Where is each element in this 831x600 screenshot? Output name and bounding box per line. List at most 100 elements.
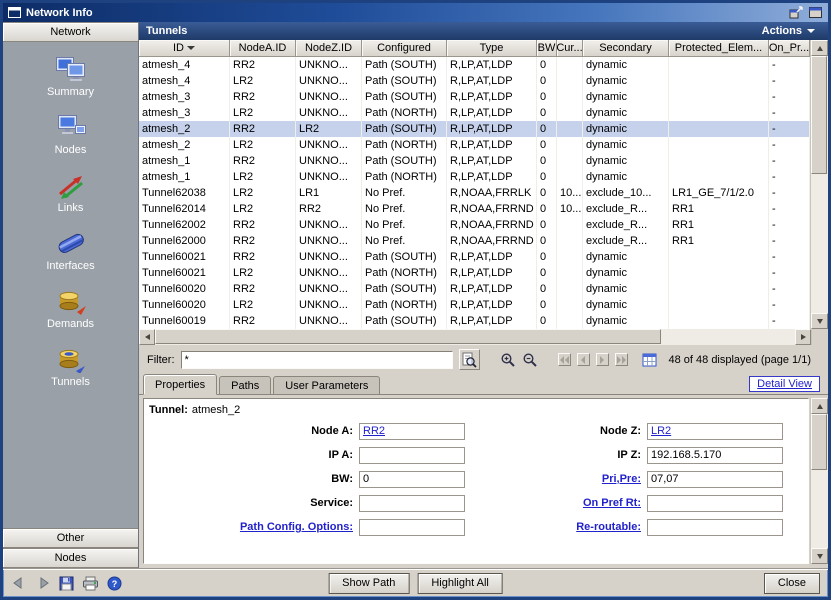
highlight-all-button[interactable]: Highlight All [417,573,502,594]
filter-input[interactable] [181,351,453,369]
sidebar-item-links[interactable]: Links [3,168,138,216]
column-header-protected-elem[interactable]: Protected_Elem... [669,40,769,57]
undock-window-button[interactable] [789,6,804,19]
property-value-field[interactable] [647,495,783,512]
sidebar-item-tunnels[interactable]: Tunnels [3,342,138,390]
property-value-field[interactable] [359,447,465,464]
property-label[interactable]: Pri,Pre: [477,473,647,485]
tab-properties[interactable]: Properties [143,374,217,395]
property-value-field[interactable] [359,495,465,512]
properties-vertical-scrollbar[interactable] [810,398,828,564]
scroll-right-button[interactable] [795,329,811,345]
column-header-secondary[interactable]: Secondary [583,40,669,57]
table-row[interactable]: Tunnel62000RR2UNKNO...No Pref.R,NOAA,FRR… [139,233,810,249]
table-row[interactable]: Tunnel60021RR2UNKNO...Path (SOUTH)R,LP,A… [139,249,810,265]
property-value-field[interactable] [359,519,465,536]
sidebar-item-summary[interactable]: Summary [3,52,138,100]
property-label[interactable]: Re-routable: [477,521,647,533]
first-page-button[interactable] [558,353,571,366]
column-header-bw[interactable]: BW [537,40,557,57]
scrollbar-thumb[interactable] [155,329,661,344]
forward-button[interactable] [35,576,51,590]
scroll-up-button[interactable] [811,40,828,56]
search-detail-button[interactable] [459,349,480,370]
scrollbar-track[interactable] [811,56,828,313]
table-row[interactable]: Tunnel62002RR2UNKNO...No Pref.R,NOAA,FRR… [139,217,810,233]
table-row[interactable]: atmesh_1LR2UNKNO...Path (NORTH)R,LP,AT,L… [139,169,810,185]
titlebar[interactable]: Network Info [3,3,828,22]
close-button[interactable]: Close [764,573,820,594]
sidebar-item-nodes[interactable]: Nodes [3,110,138,158]
table-vertical-scrollbar[interactable] [810,40,828,329]
table-row[interactable]: Tunnel62014LR2RR2No Pref.R,NOAA,FRRND010… [139,201,810,217]
next-page-button[interactable] [596,353,609,366]
table-cell: Path (SOUTH) [362,249,447,265]
last-page-button[interactable] [615,353,628,366]
property-value-link[interactable]: LR2 [651,425,671,437]
sidebar-item-demands[interactable]: Demands [3,284,138,332]
scroll-down-button[interactable] [811,548,828,564]
property-label[interactable]: Path Config. Options: [149,521,359,533]
table-row[interactable]: atmesh_2LR2UNKNO...Path (NORTH)R,LP,AT,L… [139,137,810,153]
scroll-left-button[interactable] [139,329,155,345]
scrollbar-thumb[interactable] [811,56,827,174]
property-value-field[interactable]: 192.168.5.170 [647,447,783,464]
table-row[interactable]: atmesh_2RR2LR2Path (SOUTH)R,LP,AT,LDP0dy… [139,121,810,137]
property-value-field[interactable] [647,519,783,536]
sidebar-other-button[interactable]: Other [3,528,138,548]
help-button[interactable]: ? [107,576,122,591]
property-value-field[interactable]: LR2 [647,423,783,440]
column-header-cur[interactable]: Cur... [557,40,583,57]
property-label[interactable]: On Pref Rt: [477,497,647,509]
property-value-link[interactable]: RR2 [363,425,385,437]
tab-paths[interactable]: Paths [219,376,271,394]
column-header-on-pr[interactable]: On_Pr... [769,40,810,57]
property-value-field[interactable]: 07,07 [647,471,783,488]
table-row[interactable]: Tunnel60021LR2UNKNO...Path (NORTH)R,LP,A… [139,265,810,281]
table-row[interactable]: atmesh_1RR2UNKNO...Path (SOUTH)R,LP,AT,L… [139,153,810,169]
scroll-up-button[interactable] [811,398,828,414]
table-cell: Path (SOUTH) [362,153,447,169]
demands-icon [55,286,87,316]
detail-view-button[interactable]: Detail View [749,376,820,392]
forward-icon [35,578,51,593]
sidebar-item-interfaces[interactable]: Interfaces [3,226,138,274]
column-header-nodea-id[interactable]: NodeA.ID [230,40,296,57]
table-row[interactable]: atmesh_3RR2UNKNO...Path (SOUTH)R,LP,AT,L… [139,89,810,105]
sidebar-items: Summary Nodes Links Interfaces Demands Tunnel… [3,42,138,528]
column-header-nodez-id[interactable]: NodeZ.ID [296,40,362,57]
print-button[interactable] [82,576,99,591]
prev-page-button[interactable] [577,353,590,366]
column-header-configured[interactable]: Configured [362,40,447,57]
zoom-out-icon [522,356,538,371]
scrollbar-track[interactable] [811,414,828,548]
maximize-window-button[interactable] [808,6,823,19]
save-button[interactable] [59,576,74,591]
column-header-type[interactable]: Type [447,40,537,57]
show-path-button[interactable]: Show Path [328,573,409,594]
table-row[interactable]: atmesh_4RR2UNKNO...Path (SOUTH)R,LP,AT,L… [139,57,810,73]
table-horizontal-scrollbar[interactable] [139,329,828,345]
table-cell: LR2 [230,201,296,217]
tab-user-parameters[interactable]: User Parameters [273,376,380,394]
sidebar-network-button[interactable]: Network [3,22,138,42]
column-header-id[interactable]: ID [139,40,230,57]
scrollbar-thumb[interactable] [811,414,827,470]
zoom-in-button[interactable] [500,352,516,368]
table-view-button[interactable] [642,353,657,367]
table-row[interactable]: Tunnel60020RR2UNKNO...Path (SOUTH)R,LP,A… [139,281,810,297]
table-row[interactable]: atmesh_4LR2UNKNO...Path (SOUTH)R,LP,AT,L… [139,73,810,89]
zoom-out-button[interactable] [522,352,538,368]
table-cell: 0 [537,89,557,105]
table-row[interactable]: Tunnel60020LR2UNKNO...Path (NORTH)R,LP,A… [139,297,810,313]
table-row[interactable]: Tunnel62038LR2LR1No Pref.R,NOAA,FRRLK010… [139,185,810,201]
scrollbar-track[interactable] [155,329,795,345]
property-value-field[interactable]: 0 [359,471,465,488]
table-row[interactable]: Tunnel60019RR2UNKNO...Path (SOUTH)R,LP,A… [139,313,810,329]
table-row[interactable]: atmesh_3LR2UNKNO...Path (NORTH)R,LP,AT,L… [139,105,810,121]
sidebar-nodes-button[interactable]: Nodes [3,548,138,568]
property-value-field[interactable]: RR2 [359,423,465,440]
back-button[interactable] [11,576,27,590]
scroll-down-button[interactable] [811,313,828,329]
actions-menu-button[interactable]: Actions [756,24,821,38]
